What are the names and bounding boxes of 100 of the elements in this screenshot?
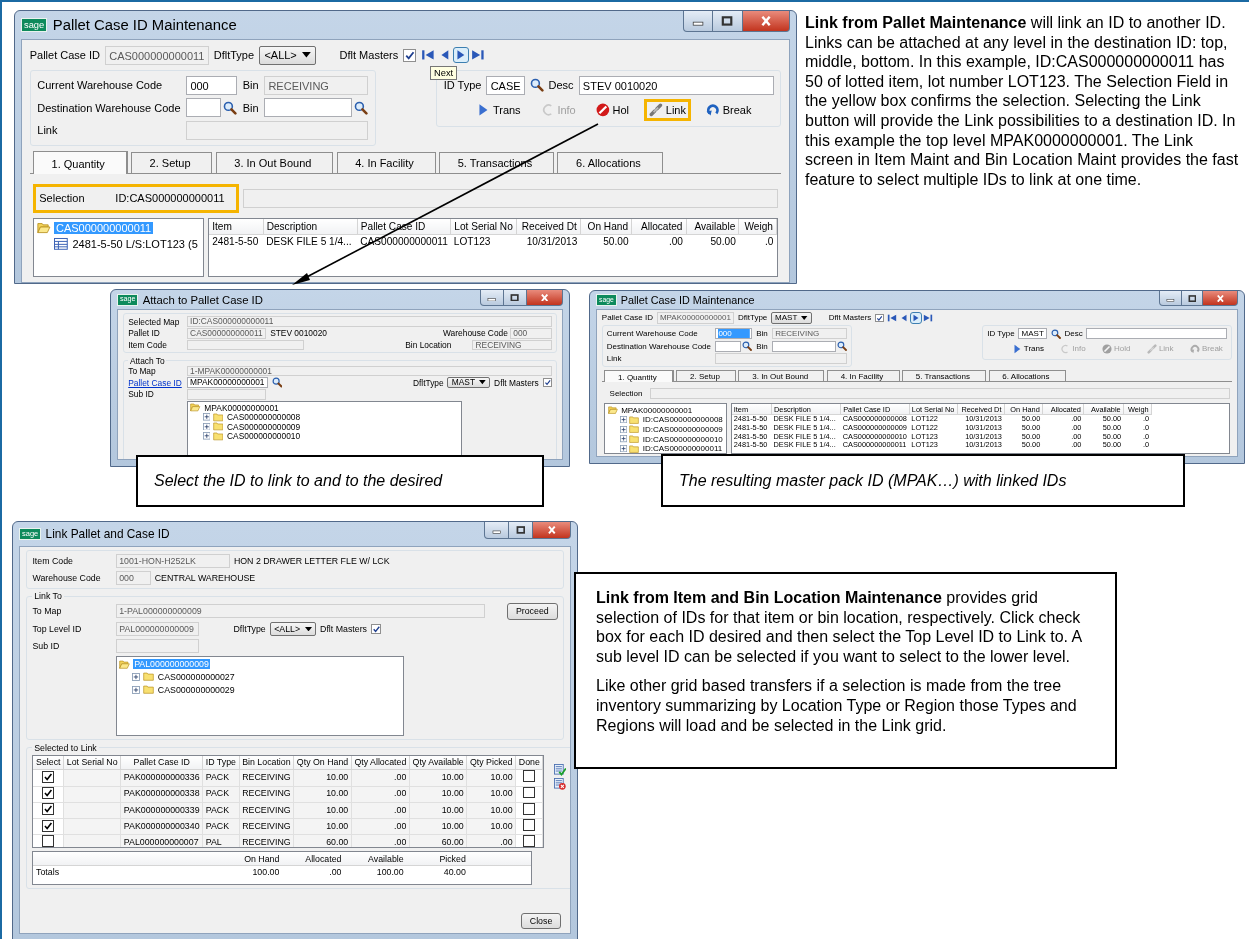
expand-icon[interactable] xyxy=(202,432,211,440)
tree-item[interactable]: ID:CAS000000000009 xyxy=(641,424,724,434)
input-field[interactable]: 1001-HON-H252LK xyxy=(115,554,230,569)
dropdown[interactable]: <ALL> xyxy=(269,622,317,637)
input-field[interactable]: CAS000000000011 xyxy=(104,45,209,65)
input-field[interactable]: 000 xyxy=(509,328,552,339)
input-field[interactable] xyxy=(242,188,778,209)
input-field[interactable] xyxy=(1086,328,1228,340)
checkbox[interactable] xyxy=(42,819,55,832)
column-header[interactable]: Done xyxy=(515,755,543,770)
checkbox[interactable] xyxy=(523,819,536,832)
input-field[interactable] xyxy=(186,98,222,118)
close-button[interactable] xyxy=(1202,291,1238,307)
column-header[interactable]: Qty Available xyxy=(409,755,467,770)
tab[interactable]: 2. Setup xyxy=(676,369,737,382)
expand-icon[interactable] xyxy=(132,673,141,681)
hold-button[interactable]: Hol xyxy=(590,98,635,121)
tree-item[interactable]: CAS000000000027 xyxy=(156,672,236,682)
input-field[interactable]: MAST xyxy=(1018,328,1048,340)
dropdown[interactable]: MAST xyxy=(770,312,812,324)
input-field[interactable]: RECEIVING xyxy=(771,328,848,340)
last-record-icon[interactable] xyxy=(923,313,934,323)
input-field[interactable]: 000 xyxy=(115,570,151,585)
input-field[interactable] xyxy=(186,120,369,140)
trans-button[interactable]: Trans xyxy=(471,98,526,121)
proceed-button[interactable]: Proceed xyxy=(507,603,558,620)
tab[interactable]: 4. In Facility xyxy=(336,152,436,173)
tab[interactable]: 3. In Out Bound xyxy=(738,369,825,382)
input-field[interactable]: PAL000000000009 xyxy=(115,622,200,637)
minimize-button[interactable] xyxy=(1158,291,1182,307)
list-remove-icon[interactable] xyxy=(553,778,566,791)
input-field[interactable]: MPAK00000000001 xyxy=(186,377,268,388)
tab[interactable]: 4. In Facility xyxy=(826,369,900,382)
column-header[interactable]: Lot Serial No xyxy=(450,218,517,235)
checkbox[interactable] xyxy=(874,313,884,323)
column-header[interactable]: Weigh xyxy=(738,218,777,235)
tree-item[interactable]: CAS000000000029 xyxy=(156,684,236,695)
input-field[interactable]: MPAK00000000001 xyxy=(656,312,735,324)
tab[interactable]: 1. Quantity xyxy=(33,150,128,174)
previous-record-icon[interactable] xyxy=(899,313,910,323)
checkbox[interactable] xyxy=(523,835,536,848)
search-icon[interactable] xyxy=(529,78,544,93)
checkbox[interactable] xyxy=(42,770,55,783)
input-field[interactable] xyxy=(715,340,741,352)
maximize-button[interactable] xyxy=(712,11,743,32)
column-header[interactable]: Allocated xyxy=(631,218,687,235)
checkbox[interactable] xyxy=(42,803,55,816)
column-header[interactable]: Select xyxy=(33,755,64,770)
checkbox[interactable] xyxy=(42,835,55,848)
checkbox[interactable] xyxy=(542,377,552,388)
tab[interactable]: 2. Setup xyxy=(130,152,213,173)
input-field[interactable] xyxy=(186,339,305,351)
input-field[interactable] xyxy=(715,352,848,365)
checkbox[interactable] xyxy=(370,623,382,635)
first-record-icon[interactable] xyxy=(887,313,898,323)
tree-item[interactable]: MPAK00000000001 xyxy=(619,405,694,415)
input-field[interactable]: ID:CAS000000000011 xyxy=(186,316,552,327)
column-header[interactable]: On Hand xyxy=(580,218,632,235)
input-field[interactable]: 1-PAL000000000009 xyxy=(115,604,486,619)
tree-item[interactable]: ID:CAS000000000010 xyxy=(641,434,724,444)
close-button[interactable] xyxy=(532,522,571,539)
search-icon[interactable] xyxy=(1050,328,1061,339)
link-button[interactable]: Link xyxy=(644,98,692,121)
trans-button[interactable]: Trans xyxy=(1007,340,1049,357)
input-field[interactable] xyxy=(115,638,200,653)
dropdown[interactable]: MAST xyxy=(447,377,491,388)
expand-icon[interactable] xyxy=(202,422,211,431)
expand-icon[interactable] xyxy=(619,445,627,453)
expand-icon[interactable] xyxy=(202,413,211,421)
column-header[interactable]: Pallet Case ID xyxy=(120,755,203,770)
next-record-icon[interactable] xyxy=(911,313,922,323)
tree-item[interactable]: ID:CAS000000000008 xyxy=(641,415,724,425)
column-header[interactable]: Lot Serial No xyxy=(63,755,121,770)
close-button[interactable]: Close xyxy=(520,913,562,930)
close-button[interactable] xyxy=(525,290,563,307)
column-header[interactable]: Description xyxy=(263,218,358,235)
tab[interactable]: 1. Quantity xyxy=(604,369,674,383)
expand-icon[interactable] xyxy=(132,685,141,694)
column-header[interactable]: Item xyxy=(209,218,264,235)
column-header[interactable]: Qty Picked xyxy=(466,755,516,770)
input-field[interactable]: 1-MPAK00000000001 xyxy=(186,365,552,377)
tab[interactable]: 5. Transactions xyxy=(901,369,987,382)
minimize-button[interactable] xyxy=(480,290,504,307)
next-record-icon[interactable] xyxy=(454,48,469,62)
first-record-icon[interactable] xyxy=(421,48,436,62)
maximize-button[interactable] xyxy=(508,522,534,539)
column-header[interactable]: Qty Allocated xyxy=(351,755,410,770)
search-icon[interactable] xyxy=(271,377,283,388)
tree-item[interactable]: CAS000000000010 xyxy=(225,430,302,441)
tree-item[interactable]: MPAK00000000001 xyxy=(203,402,280,413)
list-check-icon[interactable] xyxy=(553,763,566,776)
expand-icon[interactable] xyxy=(619,435,627,443)
expand-icon[interactable] xyxy=(619,416,627,424)
minimize-button[interactable] xyxy=(682,11,714,32)
tab[interactable]: 3. In Out Bound xyxy=(215,152,334,173)
tab[interactable]: 6. Allocations xyxy=(988,369,1066,382)
column-header[interactable]: ID Type xyxy=(202,755,240,770)
tree-item[interactable]: CAS000000000009 xyxy=(225,421,302,432)
minimize-button[interactable] xyxy=(484,522,510,539)
checkbox[interactable] xyxy=(42,787,55,799)
